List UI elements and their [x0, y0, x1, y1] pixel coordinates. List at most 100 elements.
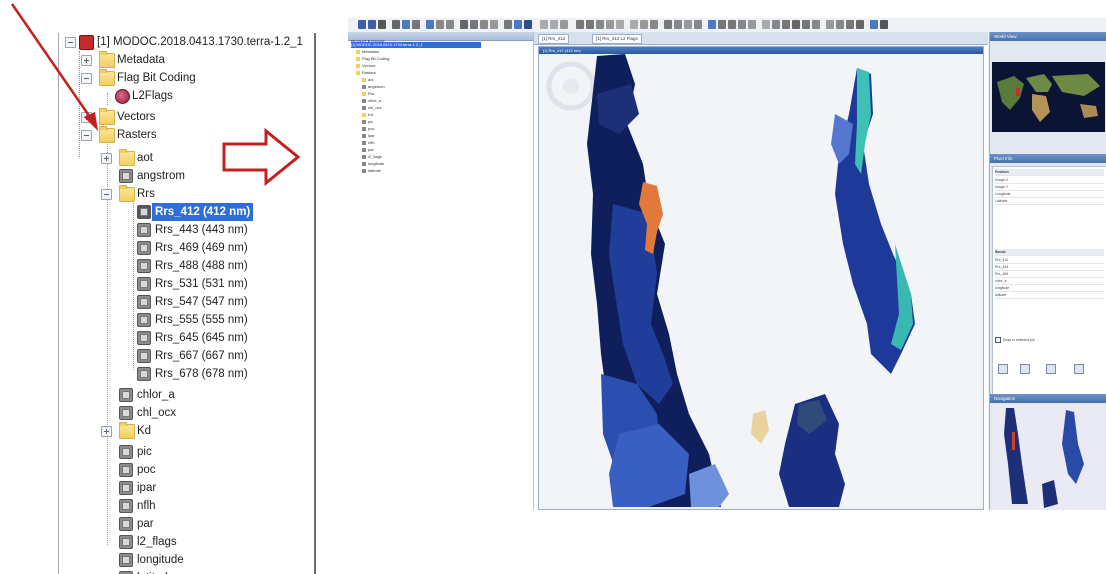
mini-tree-item[interactable]: Metadata: [356, 49, 379, 55]
mini-tree-item[interactable]: angstrom: [362, 84, 385, 90]
image-window[interactable]: [1] Rrs_412 (412 nm): [538, 46, 984, 510]
toolbar-tool-icon[interactable]: [402, 20, 410, 29]
mini-tree-item[interactable]: Flag Bit Coding: [356, 56, 389, 62]
toolbar-tool-icon[interactable]: [650, 20, 658, 29]
tree-item-rrs-band[interactable]: Rrs_555 (555 nm): [59, 311, 314, 329]
toolbar-tool-icon[interactable]: [738, 20, 746, 29]
satellite-image-rrs412[interactable]: [539, 54, 981, 507]
mini-tree-item[interactable]: poc: [362, 126, 374, 132]
toolbar-tool-icon[interactable]: [718, 20, 726, 29]
toolbar-tool-icon[interactable]: [490, 20, 498, 29]
toolbar-tool-icon[interactable]: [792, 20, 800, 29]
tree-item-kd[interactable]: Kd: [59, 422, 314, 440]
expand-expander-icon[interactable]: [101, 153, 112, 164]
toolbar-tool-icon[interactable]: [630, 20, 638, 29]
toolbar-tool-icon[interactable]: [826, 20, 834, 29]
tree-item-band[interactable]: l2_flags: [59, 533, 314, 551]
tree-item-band[interactable]: nflh: [59, 497, 314, 515]
tree-item-band[interactable]: ipar: [59, 479, 314, 497]
pixel-info-tool-button[interactable]: [1046, 364, 1056, 374]
tree-item-rrs-band[interactable]: Rrs_488 (488 nm): [59, 257, 314, 275]
world-view-map[interactable]: [992, 62, 1105, 132]
toolbar-tool-icon[interactable]: [846, 20, 854, 29]
tree-item-rrs-band[interactable]: Rrs_443 (443 nm): [59, 221, 314, 239]
doc-tab[interactable]: [1] Rrs_412 L2 Flags: [592, 34, 642, 44]
checkbox-icon[interactable]: [995, 337, 1001, 344]
mini-tree-item[interactable]: longitude: [362, 161, 384, 167]
toolbar-tool-icon[interactable]: [762, 20, 770, 29]
tree-item-rrs-band[interactable]: Rrs_531 (531 nm): [59, 275, 314, 293]
mini-tree-item[interactable]: chlor_a: [362, 98, 381, 104]
mini-tree-item[interactable]: aot: [362, 77, 374, 83]
toolbar-tool-icon[interactable]: [426, 20, 434, 29]
toolbar-tool-icon[interactable]: [728, 20, 736, 29]
toolbar-tool-icon[interactable]: [550, 20, 558, 29]
tree-item-rrs-band[interactable]: Rrs_412 (412 nm): [59, 203, 314, 221]
toolbar-tool-icon[interactable]: [640, 20, 648, 29]
toolbar-tool-icon[interactable]: [412, 20, 420, 29]
tree-item-rrs-band[interactable]: Rrs_667 (667 nm): [59, 347, 314, 365]
toolbar-tool-icon[interactable]: [560, 20, 568, 29]
tree-item-rrs-band[interactable]: Rrs_469 (469 nm): [59, 239, 314, 257]
toolbar-tool-icon[interactable]: [802, 20, 810, 29]
toolbar-tool-icon[interactable]: [480, 20, 488, 29]
toolbar-save-icon[interactable]: [368, 20, 376, 29]
toolbar-tool-icon[interactable]: [708, 20, 716, 29]
toolbar-tool-icon[interactable]: [748, 20, 756, 29]
collapse-expander-icon[interactable]: [101, 189, 112, 200]
mini-tree-item[interactable]: Vectors: [356, 63, 375, 69]
toolbar-tool-icon[interactable]: [856, 20, 864, 29]
toolbar-tool-icon[interactable]: [514, 20, 522, 29]
tree-item-rrs-band[interactable]: Rrs_547 (547 nm): [59, 293, 314, 311]
toolbar-tool-icon[interactable]: [392, 20, 400, 29]
toolbar-tool-icon[interactable]: [576, 20, 584, 29]
mini-tree-item[interactable]: [1] MODOC.2018.0413.1730.terra-1.2_1: [351, 42, 481, 48]
mini-tree-item[interactable]: pic: [362, 119, 373, 125]
toolbar-tool-icon[interactable]: [524, 20, 532, 29]
toolbar-tool-icon[interactable]: [836, 20, 844, 29]
toolbar-tool-icon[interactable]: [540, 20, 548, 29]
mini-tree-item[interactable]: par: [362, 147, 374, 153]
toolbar-tool-icon[interactable]: [504, 20, 512, 29]
tree-item-chl-ocx[interactable]: chl_ocx: [59, 404, 314, 422]
navigation-thumbnail[interactable]: [992, 404, 1105, 510]
section-header[interactable]: Position: [995, 169, 1104, 176]
toolbar-tool-icon[interactable]: [586, 20, 594, 29]
pixel-info-tool-button[interactable]: [1074, 364, 1084, 374]
doc-tab[interactable]: [1] Rrs_412: [538, 34, 570, 44]
tree-item-rrs-folder[interactable]: Rrs: [59, 185, 314, 203]
pixel-info-tool-button[interactable]: [998, 364, 1008, 374]
mini-tree-item[interactable]: Kd: [362, 112, 373, 118]
mini-tree-item[interactable]: l2_flags: [362, 154, 382, 160]
mini-tree-item[interactable]: chl_ocx: [362, 105, 382, 111]
mini-tree-item[interactable]: Rrs: [362, 91, 374, 97]
toolbar-tool-icon[interactable]: [460, 20, 468, 29]
toolbar-tool-icon[interactable]: [606, 20, 614, 29]
expand-expander-icon[interactable]: [101, 426, 112, 437]
toolbar-tool-icon[interactable]: [596, 20, 604, 29]
toolbar-tool-icon[interactable]: [772, 20, 780, 29]
toolbar-tool-icon[interactable]: [674, 20, 682, 29]
toolbar-tool-icon[interactable]: [880, 20, 888, 29]
tree-item-rrs-band[interactable]: Rrs_678 (678 nm): [59, 365, 314, 383]
snap-to-pin-checkbox[interactable]: Snap to selected pin: [995, 337, 1104, 344]
toolbar-tool-icon[interactable]: [694, 20, 702, 29]
tree-item-band[interactable]: longitude: [59, 551, 314, 569]
tree-item-band[interactable]: par: [59, 515, 314, 533]
tree-item-band[interactable]: poc: [59, 461, 314, 479]
tree-item-chlor-a[interactable]: chlor_a: [59, 386, 314, 404]
toolbar-tool-icon[interactable]: [870, 20, 878, 29]
toolbar-tool-icon[interactable]: [812, 20, 820, 29]
toolbar-tool-icon[interactable]: [684, 20, 692, 29]
tree-item-band[interactable]: pic: [59, 443, 314, 461]
section-header[interactable]: Bands: [995, 249, 1104, 256]
tree-item-rrs-band[interactable]: Rrs_645 (645 nm): [59, 329, 314, 347]
mini-tree-item[interactable]: nflh: [362, 140, 374, 146]
toolbar-tool-icon[interactable]: [616, 20, 624, 29]
toolbar-tool-icon[interactable]: [436, 20, 444, 29]
mini-tree-item[interactable]: Rasters: [356, 70, 376, 76]
toolbar-tool-icon[interactable]: [664, 20, 672, 29]
toolbar-open-icon[interactable]: [358, 20, 366, 29]
mini-tree-item[interactable]: ipar: [362, 133, 375, 139]
toolbar-tool-icon[interactable]: [446, 20, 454, 29]
